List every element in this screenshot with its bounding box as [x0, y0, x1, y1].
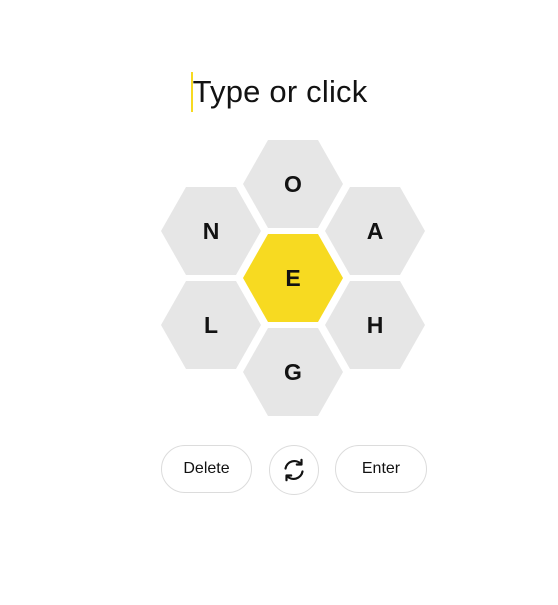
- enter-button-label: Enter: [361, 460, 401, 477]
- hive-letter-center: E: [285, 265, 300, 291]
- shuffle-button[interactable]: [269, 445, 319, 495]
- hive-cell-lower-left[interactable]: L: [161, 281, 261, 369]
- hive-cell-bottom[interactable]: G: [243, 328, 343, 416]
- shuffle-icon: [284, 458, 304, 482]
- enter-button[interactable]: Enter: [335, 445, 427, 493]
- hive-letter-lower-right: H: [367, 312, 384, 338]
- hive-letter-upper-left: N: [203, 218, 220, 244]
- hive-cell-center[interactable]: E: [243, 234, 343, 322]
- hive-letter-bottom: G: [284, 359, 302, 385]
- delete-button[interactable]: Delete: [161, 445, 252, 493]
- delete-button-label: Delete: [183, 460, 230, 477]
- hive-cell-upper-left[interactable]: N: [161, 187, 261, 275]
- hive: O A H G L N E: [161, 140, 425, 416]
- hive-cell-lower-right[interactable]: H: [325, 281, 425, 369]
- hive-letter-lower-left: L: [204, 312, 218, 338]
- hive-cell-upper-right[interactable]: A: [325, 187, 425, 275]
- hive-cell-top[interactable]: O: [243, 140, 343, 228]
- hive-letter-top: O: [284, 171, 302, 197]
- hive-letter-upper-right: A: [367, 218, 384, 244]
